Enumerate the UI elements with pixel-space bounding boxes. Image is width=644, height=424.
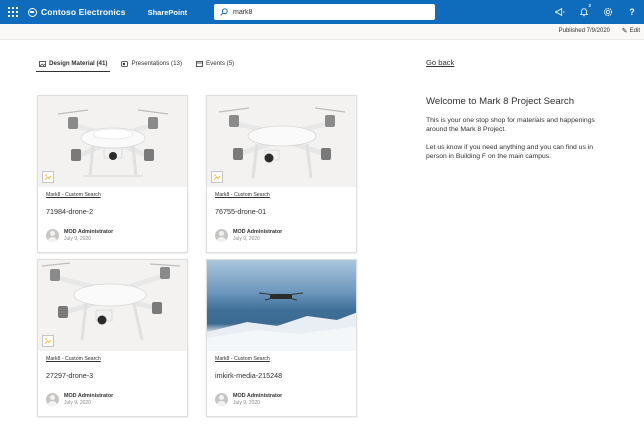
modified-date: July 9, 2020 xyxy=(233,236,260,242)
author-row: MOD Administrator July 9, 2020 xyxy=(46,393,179,406)
document-title[interactable]: imkirk-media-215248 xyxy=(215,371,348,380)
notification-bell-icon[interactable]: 2 xyxy=(572,0,596,24)
edit-button[interactable]: ✎ Edit xyxy=(622,27,640,35)
drone-over-mountains-image xyxy=(207,292,356,351)
tab-label: Design Material (41) xyxy=(49,60,108,67)
author-row: MOD Administrator July 9, 2020 xyxy=(215,393,348,406)
avatar xyxy=(215,393,228,406)
company-name: Contoso Electronics xyxy=(41,7,126,17)
welcome-heading: Welcome to Mark 8 Project Search xyxy=(426,96,575,107)
card-thumbnail xyxy=(207,260,356,351)
suite-icons: 2 ? xyxy=(548,0,644,24)
avatar xyxy=(215,229,228,242)
company-logo[interactable]: Contoso Electronics xyxy=(28,7,126,17)
site-link[interactable]: Mark8 - Custom Search xyxy=(215,356,348,362)
author-name: MOD Administrator xyxy=(233,393,283,399)
author-name: MOD Administrator xyxy=(64,229,114,235)
modified-date: July 9, 2020 xyxy=(64,236,91,242)
card-thumbnail xyxy=(38,260,187,351)
pencil-icon: ✎ xyxy=(621,28,628,35)
waffle-icon xyxy=(8,7,18,17)
notification-count: 2 xyxy=(588,3,591,8)
avatar xyxy=(46,229,59,242)
site-link[interactable]: Mark8 - Custom Search xyxy=(215,192,348,198)
presentation-icon xyxy=(121,60,129,67)
author-name: MOD Administrator xyxy=(233,229,283,235)
image-file-icon xyxy=(42,335,54,347)
result-card[interactable]: Mark8 - Custom Search imkirk-media-21524… xyxy=(206,259,357,417)
megaphone-icon[interactable] xyxy=(548,0,572,24)
drone-image xyxy=(41,262,181,341)
site-link[interactable]: Mark8 - Custom Search xyxy=(46,192,179,198)
suite-bar: Contoso Electronics SharePoint 2 xyxy=(0,0,644,24)
drone-image xyxy=(218,107,346,179)
help-icon[interactable]: ? xyxy=(620,0,644,24)
image-file-icon xyxy=(42,171,54,183)
author-row: MOD Administrator July 9, 2020 xyxy=(215,229,348,242)
gear-icon[interactable] xyxy=(596,0,620,24)
document-title[interactable]: 76755-drone-01 xyxy=(215,207,348,216)
calendar-icon xyxy=(196,60,203,67)
result-card[interactable]: Mark8 - Custom Search 76755-drone-01 MOD… xyxy=(206,95,357,253)
tab-design-material[interactable]: Design Material (41) xyxy=(36,58,111,72)
card-thumbnail xyxy=(38,96,187,187)
avatar xyxy=(46,393,59,406)
welcome-paragraph: This is your one stop shop for materials… xyxy=(426,117,595,134)
search-box[interactable] xyxy=(214,4,435,20)
search-icon xyxy=(217,4,231,20)
author-name: MOD Administrator xyxy=(64,393,114,399)
result-card[interactable]: Mark8 - Custom Search 27297-drone-3 MOD … xyxy=(37,259,188,417)
drone-image xyxy=(57,109,169,177)
modified-date: July 9, 2020 xyxy=(233,400,260,406)
app-launcher-button[interactable] xyxy=(0,0,26,24)
tab-presentations[interactable]: Presentations (13) xyxy=(118,58,185,72)
document-title[interactable]: 27297-drone-3 xyxy=(46,371,179,380)
image-file-icon xyxy=(211,171,223,183)
app-name-link[interactable]: SharePoint xyxy=(148,8,188,17)
document-title[interactable]: 71984-drone-2 xyxy=(46,207,179,216)
image-icon xyxy=(39,60,46,67)
card-thumbnail xyxy=(207,96,356,187)
author-row: MOD Administrator July 9, 2020 xyxy=(46,229,179,242)
search-input[interactable] xyxy=(231,5,421,19)
modified-date: July 9, 2020 xyxy=(64,400,91,406)
tab-label: Presentations (13) xyxy=(131,60,183,67)
published-status: Published 7/9/2020 xyxy=(558,28,610,34)
go-back-link[interactable]: Go back xyxy=(426,58,454,67)
edit-label: Edit xyxy=(629,28,640,34)
tab-label: Events (5) xyxy=(206,60,235,67)
command-bar: Published 7/9/2020 ✎ Edit xyxy=(0,24,644,40)
contoso-logo-icon xyxy=(28,7,37,17)
tab-events[interactable]: Events (5) xyxy=(193,58,237,72)
result-tabs: Design Material (41) Presentations (13) … xyxy=(36,58,245,72)
result-card[interactable]: Mark8 - Custom Search 71984-drone-2 MOD … xyxy=(37,95,188,253)
site-link[interactable]: Mark8 - Custom Search xyxy=(46,356,179,362)
contact-paragraph: Let us know if you need anything and you… xyxy=(426,144,594,161)
